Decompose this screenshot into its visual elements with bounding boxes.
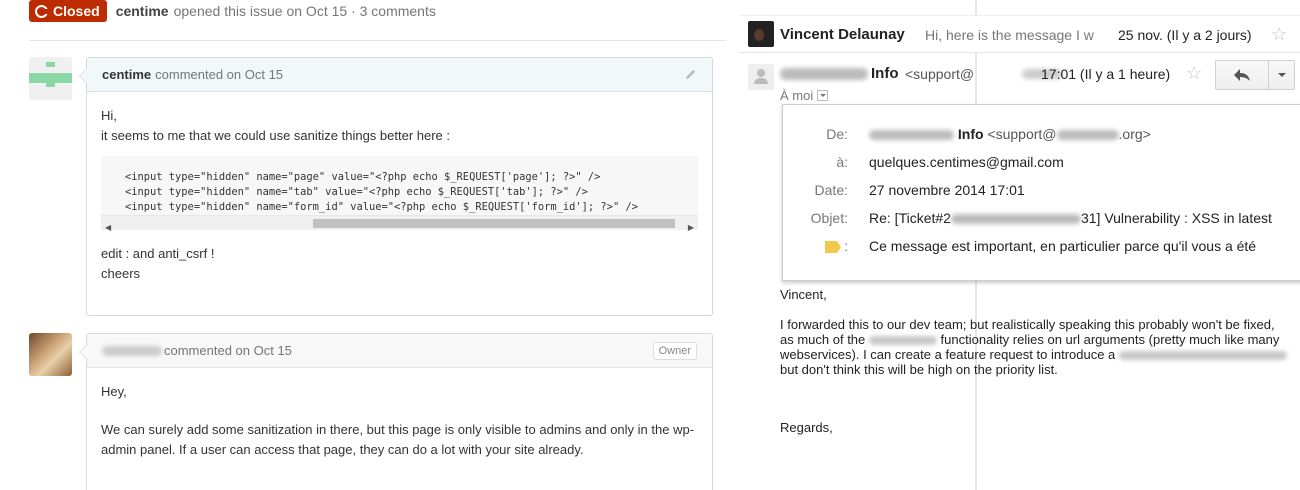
redacted-text: [780, 68, 868, 80]
thread-snippet: Hi, here is the message I w: [925, 27, 1094, 43]
issue-state-label: Closed: [53, 3, 100, 19]
issue-meta: opened this issue on Oct 15 · 3 comments: [173, 3, 436, 19]
gmail-thread-panel: Vincent Delaunay Hi, here is the message…: [740, 0, 1300, 490]
redacted-author: [102, 345, 162, 356]
details-label: à:: [836, 154, 848, 170]
comment-text: cheers: [101, 266, 141, 281]
code-block: <input type="hidden" name="page" value="…: [101, 156, 698, 232]
redacted-text: [868, 336, 937, 346]
scroll-right-icon[interactable]: ▶: [688, 218, 694, 238]
comment-header: commented on Oct 15 Owner: [87, 334, 712, 368]
avatar: [748, 21, 774, 47]
details-label: De:: [826, 126, 848, 142]
avatar: [748, 64, 774, 90]
details-from-addr-end: .org>: [1118, 126, 1151, 142]
comment-body: Hi, it seems to me that we could use san…: [87, 92, 712, 298]
header-divider: [29, 40, 726, 41]
subject-end: 31] Vulnerability : XSS in latest: [1080, 210, 1272, 226]
pencil-icon[interactable]: [684, 68, 697, 81]
details-value: Re: [Ticket#2 31] Vulnerability : XSS in …: [869, 210, 1272, 226]
comment-text: Hi,: [101, 108, 117, 123]
issue-header: Closed centime opened this issue on Oct …: [29, 0, 436, 22]
body-text: but don't think this will be high on the…: [780, 362, 1058, 377]
reply-icon: [1234, 69, 1250, 81]
details-value: quelques.centimes@gmail.com: [869, 154, 1064, 170]
code-content: <input type="hidden" name="page" value="…: [125, 171, 638, 213]
chevron-down-icon: [1277, 73, 1286, 77]
thread-date: 25 nov. (Il y a 2 jours): [1118, 27, 1252, 43]
issue-state-badge: Closed: [29, 0, 107, 22]
star-icon[interactable]: ☆: [1271, 25, 1287, 43]
details-value: Info <support@ .org>: [869, 126, 1151, 142]
details-from-name: Info: [957, 126, 984, 142]
message-body: Vincent, I forwarded this to our dev tea…: [780, 287, 1290, 450]
horizontal-scrollbar[interactable]: ◀ ▶: [101, 215, 698, 232]
owner-badge: Owner: [652, 341, 697, 360]
body-greeting: Vincent,: [780, 287, 827, 302]
message-date: 17:01 (Il y a 1 heure): [1041, 66, 1171, 82]
details-from-addr: <support@: [987, 126, 1057, 142]
issue-author[interactable]: centime: [116, 3, 169, 19]
redacted-text: [950, 214, 1081, 225]
comment-meta[interactable]: commented on Oct 15: [164, 343, 292, 358]
from-address: <support@: [905, 66, 975, 82]
comment-author[interactable]: centime: [102, 67, 151, 82]
details-value: Ce message est important, en particulier…: [869, 238, 1257, 254]
issue-closed-icon: [35, 4, 49, 18]
comment-text: it seems to me that we could use sanitiz…: [101, 128, 451, 143]
comment: commented on Oct 15 Owner Hey, We can su…: [79, 333, 713, 490]
comment-header: centime commented on Oct 15: [87, 58, 712, 92]
details-dropdown[interactable]: [817, 90, 829, 101]
details-label: :: [844, 238, 848, 254]
thread-sender: Vincent Delaunay: [780, 26, 905, 43]
from-name[interactable]: Info: [871, 65, 899, 82]
redacted-text: [869, 130, 954, 141]
body-paragraph: I forwarded this to our dev team; but re…: [780, 317, 1290, 377]
redacted-text: [1056, 130, 1119, 141]
collapsed-message[interactable]: Vincent Delaunay Hi, here is the message…: [740, 15, 1300, 53]
recipients-toggle[interactable]: À moi: [780, 88, 829, 103]
comment-meta[interactable]: commented on Oct 15: [155, 67, 283, 82]
message-header: Info <support@ 17:01 (Il y a 1 heure) ☆: [740, 58, 1300, 92]
more-options-button[interactable]: [1268, 60, 1295, 90]
chevron-down-icon: [819, 94, 826, 97]
redacted-text: [1118, 351, 1287, 361]
message-details-popup: De: Info <support@ .org> à: quelques.cent…: [782, 104, 1300, 281]
comment-text: We can surely add some sanitization in t…: [101, 422, 695, 457]
comment-body: Hey, We can surely add some sanitization…: [87, 368, 712, 490]
details-label: Date:: [814, 182, 848, 198]
details-value: 27 novembre 2014 17:01: [869, 182, 1025, 198]
comment: centime commented on Oct 15 Hi, it seems…: [79, 57, 713, 316]
avatar[interactable]: [29, 57, 72, 100]
to-me-label: À moi: [780, 88, 814, 103]
github-issue-panel: Closed centime opened this issue on Oct …: [0, 0, 740, 490]
avatar[interactable]: [29, 333, 72, 376]
comment-text: Hey,: [101, 384, 127, 399]
reply-button[interactable]: [1215, 60, 1269, 90]
star-icon[interactable]: ☆: [1186, 64, 1202, 82]
scrollbar-thumb[interactable]: [313, 219, 675, 228]
scroll-left-icon[interactable]: ◀: [105, 218, 111, 238]
subject-start: Re: [Ticket#2: [869, 210, 951, 226]
comment-text: edit : and anti_csrf !: [101, 246, 215, 261]
details-label: Objet:: [810, 210, 848, 226]
body-closing: Regards,: [780, 420, 833, 435]
